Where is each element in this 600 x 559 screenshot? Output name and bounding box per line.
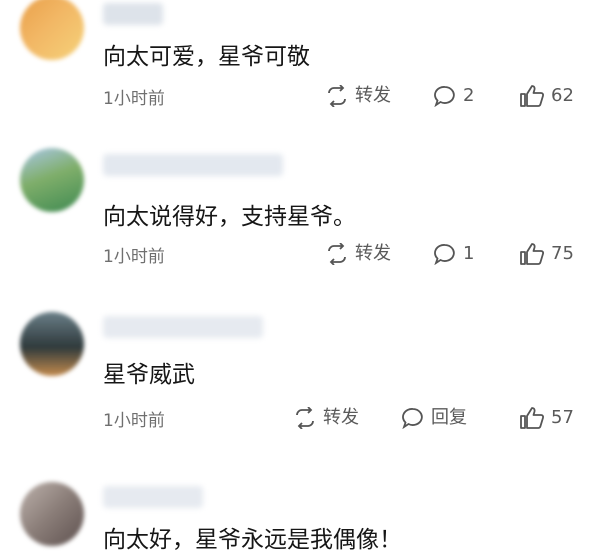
repost-icon	[325, 243, 349, 265]
comment-bubble-icon	[401, 407, 425, 429]
like-count: 75	[551, 243, 574, 264]
reply-button[interactable]: 1	[433, 240, 474, 268]
comment-meta: 1小时前 转发 2 62	[103, 82, 580, 110]
comment-text: 向太好，星爷永远是我偶像！	[103, 527, 402, 553]
comment-time: 1小时前	[103, 247, 165, 267]
comment-text: 向太说得好，支持星爷。	[103, 204, 356, 230]
reply-count: 1	[463, 243, 475, 264]
avatar[interactable]	[20, 312, 84, 376]
comment-item: 向太好，星爷永远是我偶像！	[0, 460, 600, 559]
comment-text: 星爷威武	[103, 362, 195, 388]
repost-label: 转发	[323, 407, 359, 428]
like-count: 62	[551, 85, 574, 106]
comment-time: 1小时前	[103, 411, 165, 431]
username-blurred[interactable]	[103, 154, 283, 176]
thumbs-up-icon	[519, 84, 545, 108]
reply-button[interactable]: 回复	[401, 404, 467, 432]
avatar[interactable]	[20, 0, 84, 60]
comment-meta: 1小时前 转发 回复 57	[103, 404, 580, 432]
comment-time: 1小时前	[103, 89, 165, 109]
thumbs-up-icon	[519, 406, 545, 430]
reply-label: 回复	[431, 407, 467, 428]
username-blurred[interactable]	[103, 3, 163, 25]
avatar[interactable]	[20, 148, 84, 212]
repost-button[interactable]: 转发	[325, 240, 391, 268]
like-count: 57	[551, 407, 574, 428]
username-blurred[interactable]	[103, 486, 203, 508]
like-button[interactable]: 62	[519, 82, 574, 110]
repost-label: 转发	[355, 85, 391, 106]
comment-bubble-icon	[433, 85, 457, 107]
avatar[interactable]	[20, 482, 84, 546]
like-button[interactable]: 57	[519, 404, 574, 432]
comment-bubble-icon	[433, 243, 457, 265]
repost-icon	[325, 85, 349, 107]
comment-meta: 1小时前 转发 1 75	[103, 240, 580, 268]
reply-count: 2	[463, 85, 475, 106]
repost-button[interactable]: 转发	[293, 404, 359, 432]
like-button[interactable]: 75	[519, 240, 574, 268]
comment-item: 向太说得好，支持星爷。 1小时前 转发 1 75	[0, 140, 600, 290]
comment-item: 向太可爱，星爷可敬 1小时前 转发 2 62	[0, 0, 600, 140]
repost-label: 转发	[355, 243, 391, 264]
username-blurred[interactable]	[103, 316, 263, 338]
reply-button[interactable]: 2	[433, 82, 474, 110]
repost-icon	[293, 407, 317, 429]
comment-item: 星爷威武 1小时前 转发 回复 57	[0, 290, 600, 460]
comment-text: 向太可爱，星爷可敬	[103, 44, 310, 70]
thumbs-up-icon	[519, 242, 545, 266]
repost-button[interactable]: 转发	[325, 82, 391, 110]
